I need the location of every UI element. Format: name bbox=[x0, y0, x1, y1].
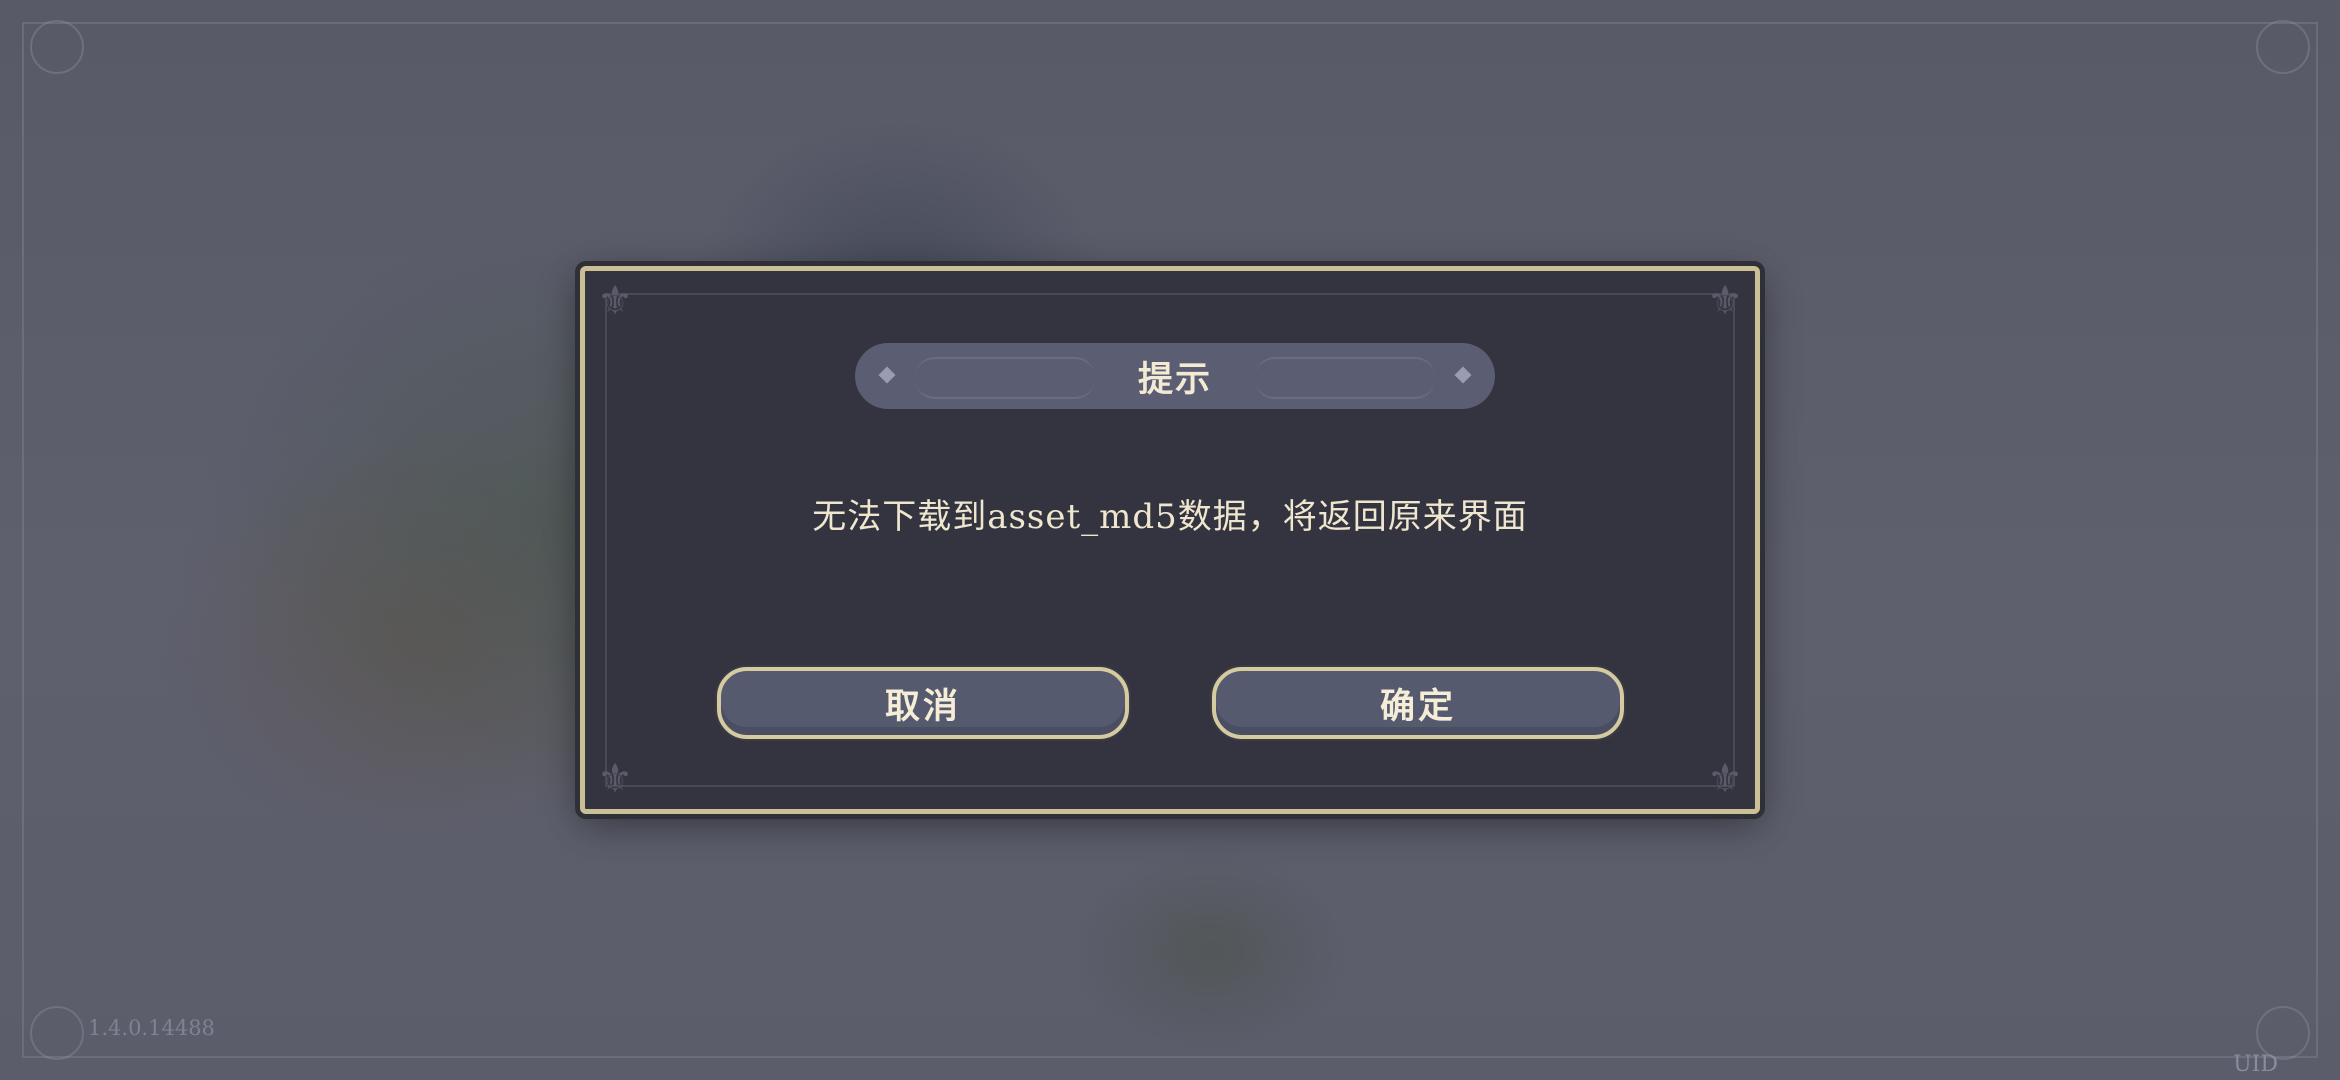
cancel-button-label: 取消 bbox=[884, 685, 961, 727]
version-label: 1.4.0.14488 bbox=[88, 1016, 215, 1040]
fleur-de-lis-icon: ⚜ bbox=[1707, 278, 1743, 324]
game-background: 1.4.0.14488 UID ⚜ ⚜ ⚜ ⚜ 提示 无法下载到asset_md… bbox=[0, 0, 2340, 1080]
dialog-message: 无法下载到asset_md5数据，将返回原来界面 bbox=[812, 497, 1528, 537]
scroll-ornament bbox=[915, 357, 1095, 399]
scroll-ornament bbox=[1255, 357, 1435, 399]
diamond-icon bbox=[878, 366, 896, 384]
diamond-icon bbox=[1454, 366, 1472, 384]
fleur-de-lis-icon: ⚜ bbox=[597, 278, 633, 324]
background-corner-ornament bbox=[30, 20, 84, 74]
background-corner-ornament bbox=[30, 1006, 84, 1060]
cancel-button[interactable]: 取消 bbox=[717, 667, 1129, 739]
confirm-button-label: 确定 bbox=[1379, 685, 1456, 727]
uid-label: UID bbox=[2233, 1052, 2278, 1077]
background-corner-ornament bbox=[2256, 20, 2310, 74]
dialog-title-plate: 提示 bbox=[855, 343, 1495, 409]
confirm-button[interactable]: 确定 bbox=[1212, 667, 1624, 739]
fleur-de-lis-icon: ⚜ bbox=[1707, 756, 1743, 802]
fleur-de-lis-icon: ⚜ bbox=[597, 756, 633, 802]
alert-dialog: ⚜ ⚜ ⚜ ⚜ 提示 无法下载到asset_md5数据，将返回原来界面 取消 确… bbox=[580, 266, 1760, 814]
dialog-title: 提示 bbox=[1137, 358, 1212, 400]
